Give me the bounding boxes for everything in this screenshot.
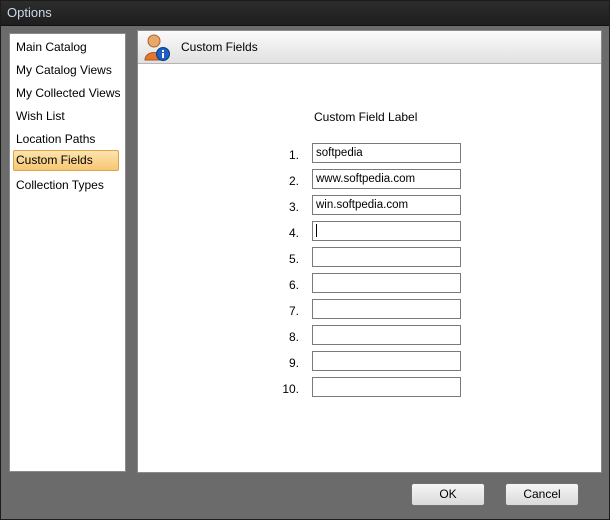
custom-field-6-input[interactable] — [312, 273, 461, 293]
options-window: Options Main Catalog My Catalog Views My… — [0, 0, 610, 520]
row-number: 6. — [288, 278, 299, 292]
panel-header: Custom Fields — [138, 31, 601, 64]
sidebar-item-main-catalog[interactable]: Main Catalog — [14, 37, 120, 58]
sidebar-item-wish-list[interactable]: Wish List — [14, 106, 120, 127]
title-bar[interactable]: Options — [1, 1, 609, 26]
user-info-icon — [144, 34, 170, 61]
sidebar-item-location-paths[interactable]: Location Paths — [14, 129, 120, 150]
sidebar-item-custom-fields[interactable]: Custom Fields — [13, 150, 119, 171]
custom-field-9-input[interactable] — [312, 351, 461, 371]
sidebar-item-collection-types[interactable]: Collection Types — [14, 175, 120, 196]
custom-field-4-input[interactable] — [312, 221, 461, 241]
cancel-button[interactable]: Cancel — [505, 483, 579, 506]
custom-field-2-input[interactable]: www.softpedia.com — [312, 169, 461, 189]
custom-field-5-input[interactable] — [312, 247, 461, 267]
custom-field-10-input[interactable] — [312, 377, 461, 397]
custom-fields-panel: Custom Fields Custom Field Label 1. soft… — [137, 30, 602, 473]
ok-button[interactable]: OK — [411, 483, 485, 506]
text-caret — [316, 224, 317, 238]
row-number: 1. — [288, 148, 299, 162]
custom-field-1-input[interactable]: softpedia — [312, 143, 461, 163]
row-number: 4. — [288, 226, 299, 240]
options-sidebar: Main Catalog My Catalog Views My Collect… — [9, 33, 126, 472]
custom-field-7-input[interactable] — [312, 299, 461, 319]
window-title: Options — [7, 5, 52, 20]
row-number: 9. — [288, 356, 299, 370]
row-number: 2. — [288, 174, 299, 188]
row-number: 5. — [288, 252, 299, 266]
panel-title: Custom Fields — [181, 40, 258, 54]
sidebar-item-my-collected-views[interactable]: My Collected Views — [14, 83, 120, 104]
row-number: 10. — [282, 382, 299, 396]
row-number: 8. — [288, 330, 299, 344]
row-number: 7. — [288, 304, 299, 318]
column-heading: Custom Field Label — [314, 110, 418, 124]
sidebar-item-my-catalog-views[interactable]: My Catalog Views — [14, 60, 120, 81]
row-number: 3. — [288, 200, 299, 214]
custom-field-8-input[interactable] — [312, 325, 461, 345]
custom-field-3-input[interactable]: win.softpedia.com — [312, 195, 461, 215]
